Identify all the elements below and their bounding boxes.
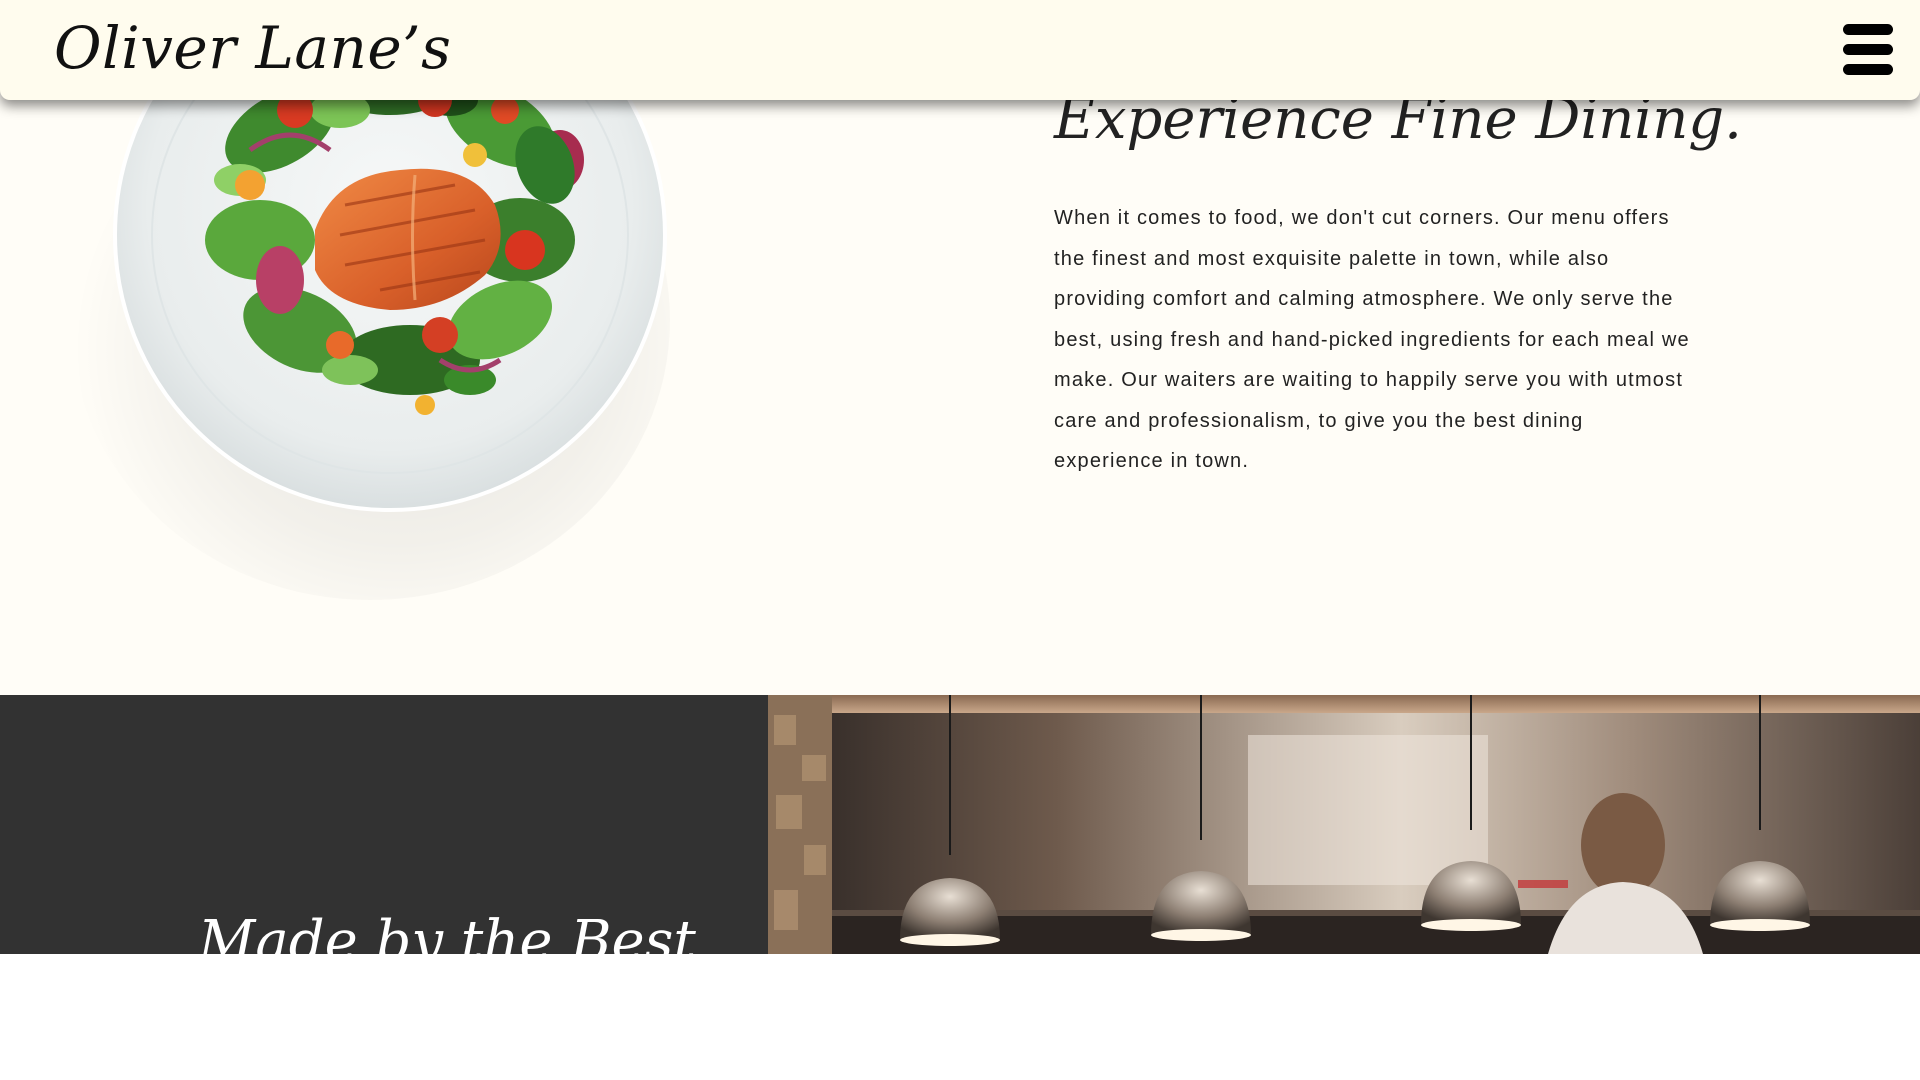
site-header: Oliver Lane’s xyxy=(0,0,1920,100)
brand-logo[interactable]: Oliver Lane’s xyxy=(54,8,451,88)
chef-section: Made by the Best xyxy=(0,695,1920,954)
page-viewport: Experience Fine Dining. When it comes to… xyxy=(0,0,1920,954)
kitchen-photo-image xyxy=(768,695,1920,954)
menu-bar xyxy=(1843,24,1893,35)
chef-section-title: Made by the Best xyxy=(198,909,696,954)
menu-bar xyxy=(1843,44,1893,55)
intro-section: Experience Fine Dining. When it comes to… xyxy=(0,0,1920,695)
intro-paragraph: When it comes to food, we don't cut corn… xyxy=(1054,207,1690,472)
hamburger-menu-icon[interactable] xyxy=(1843,24,1893,76)
menu-bar xyxy=(1843,64,1893,75)
